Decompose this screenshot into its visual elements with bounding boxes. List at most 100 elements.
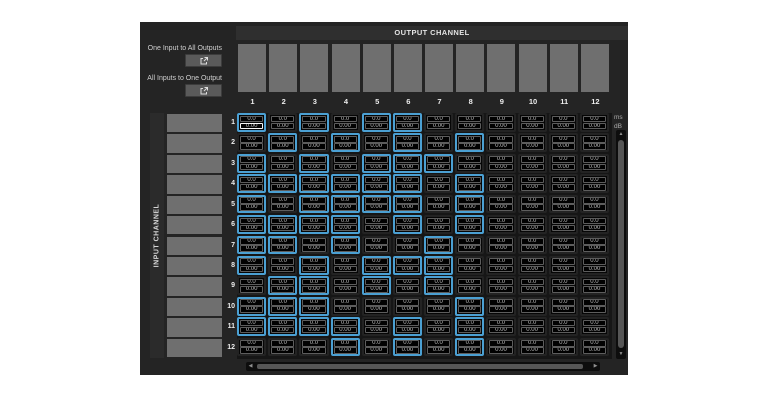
delay-value-field[interactable]: 0.0 <box>365 238 388 245</box>
matrix-cell[interactable]: 0.00.00 <box>580 154 609 173</box>
gain-value-field[interactable]: 0.00 <box>427 347 450 354</box>
matrix-cell[interactable]: 0.00.00 <box>393 276 422 295</box>
matrix-cell[interactable]: 0.00.00 <box>331 133 360 152</box>
gain-value-field[interactable]: 0.00 <box>271 327 294 334</box>
delay-value-field[interactable]: 0.0 <box>271 279 294 286</box>
delay-value-field[interactable]: 0.0 <box>396 218 419 225</box>
input-channel-name-box[interactable] <box>167 155 222 173</box>
delay-value-field[interactable]: 0.0 <box>458 156 481 163</box>
delay-value-field[interactable]: 0.0 <box>271 197 294 204</box>
gain-value-field[interactable]: 0.00 <box>458 347 481 354</box>
delay-value-field[interactable]: 0.0 <box>583 320 606 327</box>
gain-value-field[interactable]: 0.00 <box>240 184 263 191</box>
matrix-cell[interactable]: 0.00.00 <box>268 195 297 214</box>
delay-value-field[interactable]: 0.0 <box>427 279 450 286</box>
gain-value-field[interactable]: 0.00 <box>240 143 263 150</box>
matrix-cell[interactable]: 0.00.00 <box>299 236 328 255</box>
delay-value-field[interactable]: 0.0 <box>521 320 544 327</box>
gain-value-field[interactable]: 0.00 <box>458 327 481 334</box>
gain-value-field[interactable]: 0.00 <box>489 347 512 354</box>
matrix-cell[interactable]: 0.00.00 <box>331 297 360 316</box>
matrix-cell[interactable]: 0.00.00 <box>549 276 578 295</box>
matrix-cell[interactable]: 0.00.00 <box>424 236 453 255</box>
matrix-cell[interactable]: 0.00.00 <box>580 256 609 275</box>
delay-value-field[interactable]: 0.0 <box>240 279 263 286</box>
matrix-cell[interactable]: 0.00.00 <box>362 317 391 336</box>
matrix-cell[interactable]: 0.00.00 <box>455 256 484 275</box>
gain-value-field[interactable]: 0.00 <box>334 306 357 313</box>
gain-value-field[interactable]: 0.00 <box>427 266 450 273</box>
delay-value-field[interactable]: 0.0 <box>583 258 606 265</box>
matrix-cell[interactable]: 0.00.00 <box>580 276 609 295</box>
delay-value-field[interactable]: 0.0 <box>552 238 575 245</box>
matrix-cell[interactable]: 0.00.00 <box>518 133 547 152</box>
delay-value-field[interactable]: 0.0 <box>334 238 357 245</box>
gain-value-field[interactable]: 0.00 <box>489 266 512 273</box>
matrix-cell[interactable]: 0.00.00 <box>393 154 422 173</box>
matrix-cell[interactable]: 0.00.00 <box>455 297 484 316</box>
delay-value-field[interactable]: 0.0 <box>552 299 575 306</box>
matrix-cell[interactable]: 0.00.00 <box>486 113 515 132</box>
matrix-cell[interactable]: 0.00.00 <box>237 338 266 357</box>
matrix-cell[interactable]: 0.00.00 <box>580 174 609 193</box>
delay-value-field[interactable]: 0.0 <box>583 136 606 143</box>
output-channel-name-box[interactable] <box>550 44 578 92</box>
input-channel-name-box[interactable] <box>167 237 222 255</box>
matrix-cell[interactable]: 0.00.00 <box>549 317 578 336</box>
gain-value-field[interactable]: 0.00 <box>240 164 263 171</box>
delay-value-field[interactable]: 0.0 <box>365 197 388 204</box>
delay-value-field[interactable]: 0.0 <box>552 320 575 327</box>
gain-value-field[interactable]: 0.00 <box>583 306 606 313</box>
gain-value-field[interactable]: 0.00 <box>396 225 419 232</box>
gain-value-field[interactable]: 0.00 <box>583 327 606 334</box>
gain-value-field[interactable]: 0.00 <box>271 123 294 130</box>
matrix-cell[interactable]: 0.00.00 <box>299 256 328 275</box>
vertical-scroll-thumb[interactable] <box>618 140 624 348</box>
scroll-down-icon[interactable]: ▼ <box>616 350 626 359</box>
delay-value-field[interactable]: 0.0 <box>427 258 450 265</box>
delay-value-field[interactable]: 0.0 <box>489 320 512 327</box>
matrix-cell[interactable]: 0.00.00 <box>580 113 609 132</box>
output-channel-name-box[interactable] <box>487 44 515 92</box>
output-channel-name-box[interactable] <box>456 44 484 92</box>
delay-value-field[interactable]: 0.0 <box>489 340 512 347</box>
matrix-cell[interactable]: 0.00.00 <box>455 338 484 357</box>
gain-value-field[interactable]: 0.00 <box>521 184 544 191</box>
matrix-cell[interactable]: 0.00.00 <box>486 195 515 214</box>
matrix-cell[interactable]: 0.00.00 <box>331 338 360 357</box>
delay-value-field[interactable]: 0.0 <box>552 340 575 347</box>
delay-value-field[interactable]: 0.0 <box>396 177 419 184</box>
matrix-cell[interactable]: 0.00.00 <box>331 317 360 336</box>
matrix-cell[interactable]: 0.00.00 <box>580 133 609 152</box>
gain-value-field[interactable]: 0.00 <box>552 123 575 130</box>
gain-value-field[interactable]: 0.00 <box>427 327 450 334</box>
matrix-cell[interactable]: 0.00.00 <box>237 174 266 193</box>
matrix-cell[interactable]: 0.00.00 <box>362 236 391 255</box>
delay-value-field[interactable]: 0.0 <box>271 299 294 306</box>
gain-value-field[interactable]: 0.00 <box>271 225 294 232</box>
matrix-cell[interactable]: 0.00.00 <box>486 174 515 193</box>
gain-value-field[interactable]: 0.00 <box>583 123 606 130</box>
delay-value-field[interactable]: 0.0 <box>552 136 575 143</box>
gain-value-field[interactable]: 0.00 <box>365 347 388 354</box>
delay-value-field[interactable]: 0.0 <box>583 177 606 184</box>
delay-value-field[interactable]: 0.0 <box>458 116 481 123</box>
delay-value-field[interactable]: 0.0 <box>365 340 388 347</box>
gain-value-field[interactable]: 0.00 <box>271 266 294 273</box>
delay-value-field[interactable]: 0.0 <box>302 279 325 286</box>
delay-value-field[interactable]: 0.0 <box>271 156 294 163</box>
matrix-cell[interactable]: 0.00.00 <box>393 133 422 152</box>
matrix-cell[interactable]: 0.00.00 <box>362 297 391 316</box>
input-channel-name-box[interactable] <box>167 216 222 234</box>
input-channel-name-box[interactable] <box>167 339 222 357</box>
gain-value-field[interactable]: 0.00 <box>396 286 419 293</box>
matrix-cell[interactable]: 0.00.00 <box>549 215 578 234</box>
delay-value-field[interactable]: 0.0 <box>583 340 606 347</box>
gain-value-field[interactable]: 0.00 <box>396 266 419 273</box>
gain-value-field[interactable]: 0.00 <box>552 164 575 171</box>
matrix-cell[interactable]: 0.00.00 <box>237 215 266 234</box>
delay-value-field[interactable]: 0.0 <box>240 156 263 163</box>
delay-value-field[interactable]: 0.0 <box>489 156 512 163</box>
delay-value-field[interactable]: 0.0 <box>458 279 481 286</box>
gain-value-field[interactable]: 0.00 <box>458 123 481 130</box>
